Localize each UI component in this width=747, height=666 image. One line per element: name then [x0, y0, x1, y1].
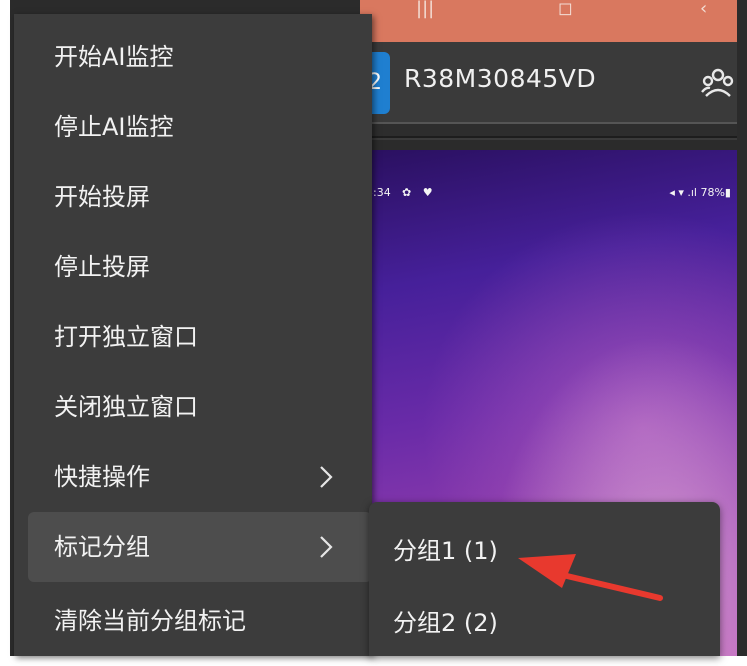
chevron-right-icon — [320, 466, 333, 488]
menu-item-stop-screencast[interactable]: 停止投屏 — [28, 232, 372, 302]
menu-item-close-window[interactable]: 关闭独立窗口 — [28, 372, 372, 442]
menu-item-label: 停止AI监控 — [54, 113, 174, 141]
menu-item-quick-actions[interactable]: 快捷操作 — [28, 442, 372, 512]
menu-item-label: 清除当前分组标记 — [54, 607, 246, 635]
back-icon[interactable]: ‹ — [700, 0, 707, 22]
chevron-right-icon — [320, 536, 333, 558]
phone-status-bar: 3:34 ✿ ♥ ◂ ▾ .ıl 78%▮ — [366, 186, 731, 204]
phone-nav-bar: ||| ◻ ‹ — [360, 0, 737, 42]
menu-item-start-ai-monitor[interactable]: 开始AI监控 — [28, 22, 372, 92]
menu-item-label: 停止投屏 — [54, 253, 150, 281]
recent-apps-icon[interactable]: ||| — [416, 0, 434, 22]
menu-item-label: 关闭独立窗口 — [54, 393, 198, 421]
context-menu: 开始AI监控 停止AI监控 开始投屏 停止投屏 打开独立窗口 关闭独立窗口 快捷… — [14, 14, 372, 656]
menu-item-stop-ai-monitor[interactable]: 停止AI监控 — [28, 92, 372, 162]
menu-item-start-screencast[interactable]: 开始投屏 — [28, 162, 372, 232]
annotation-arrow-icon — [518, 554, 663, 601]
header-divider — [360, 122, 737, 138]
home-icon[interactable]: ◻ — [558, 0, 573, 22]
menu-item-label: 开始AI监控 — [54, 43, 174, 71]
status-battery-signal: ◂ ▾ .ıl 78%▮ — [669, 186, 731, 199]
menu-item-clear-group-mark[interactable]: 清除当前分组标记 — [28, 586, 372, 656]
device-serial: R38M30845VD — [404, 64, 597, 93]
menu-item-label: 标记分组 — [54, 533, 150, 561]
submenu-item-label: 分组1 (1) — [393, 537, 498, 565]
menu-item-label: 打开独立窗口 — [54, 323, 198, 351]
menu-item-mark-group[interactable]: 标记分组 — [28, 512, 372, 582]
menu-item-open-window[interactable]: 打开独立窗口 — [28, 302, 372, 372]
menu-item-label: 开始投屏 — [54, 183, 150, 211]
submenu-item-label: 分组2 (2) — [393, 609, 498, 637]
status-notification-icons: ✿ ♥ — [402, 186, 437, 199]
group-users-icon[interactable] — [700, 66, 737, 106]
menu-item-label: 快捷操作 — [54, 463, 150, 491]
